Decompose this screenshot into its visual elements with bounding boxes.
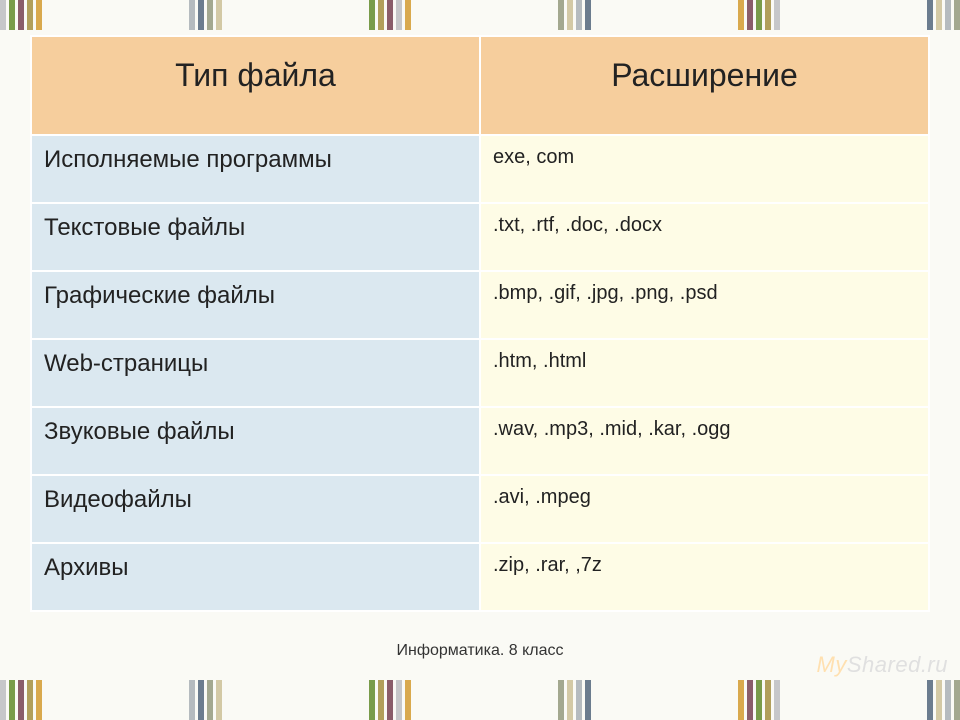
slide-content: Тип файла Расширение Исполняемые програм… [30,35,930,670]
header-ext: Расширение [480,36,929,135]
decorative-stripes-top [0,0,960,30]
cell-type: Текстовые файлы [31,203,480,271]
table-row: Исполняемые программы exe, com [31,135,929,203]
cell-type: Архивы [31,543,480,611]
cell-type: Графические файлы [31,271,480,339]
cell-type: Web-страницы [31,339,480,407]
header-type: Тип файла [31,36,480,135]
table-row: Видеофайлы .avi, .mpeg [31,475,929,543]
table-row: Текстовые файлы .txt, .rtf, .doc, .docx [31,203,929,271]
cell-type: Видеофайлы [31,475,480,543]
table-row: Звуковые файлы .wav, .mp3, .mid, .kar, .… [31,407,929,475]
table-header-row: Тип файла Расширение [31,36,929,135]
cell-ext: .zip, .rar, ,7z [480,543,929,611]
slide-footer: Информатика. 8 класс [30,642,930,660]
cell-ext: .wav, .mp3, .mid, .kar, .ogg [480,407,929,475]
file-types-table: Тип файла Расширение Исполняемые програм… [30,35,930,612]
cell-ext: .htm, .html [480,339,929,407]
cell-ext: .txt, .rtf, .doc, .docx [480,203,929,271]
cell-ext: .avi, .mpeg [480,475,929,543]
cell-type: Звуковые файлы [31,407,480,475]
cell-ext: exe, com [480,135,929,203]
cell-ext: .bmp, .gif, .jpg, .png, .psd [480,271,929,339]
table-row: Графические файлы .bmp, .gif, .jpg, .png… [31,271,929,339]
decorative-stripes-bottom [0,680,960,720]
cell-type: Исполняемые программы [31,135,480,203]
table-row: Архивы .zip, .rar, ,7z [31,543,929,611]
table-row: Web-страницы .htm, .html [31,339,929,407]
